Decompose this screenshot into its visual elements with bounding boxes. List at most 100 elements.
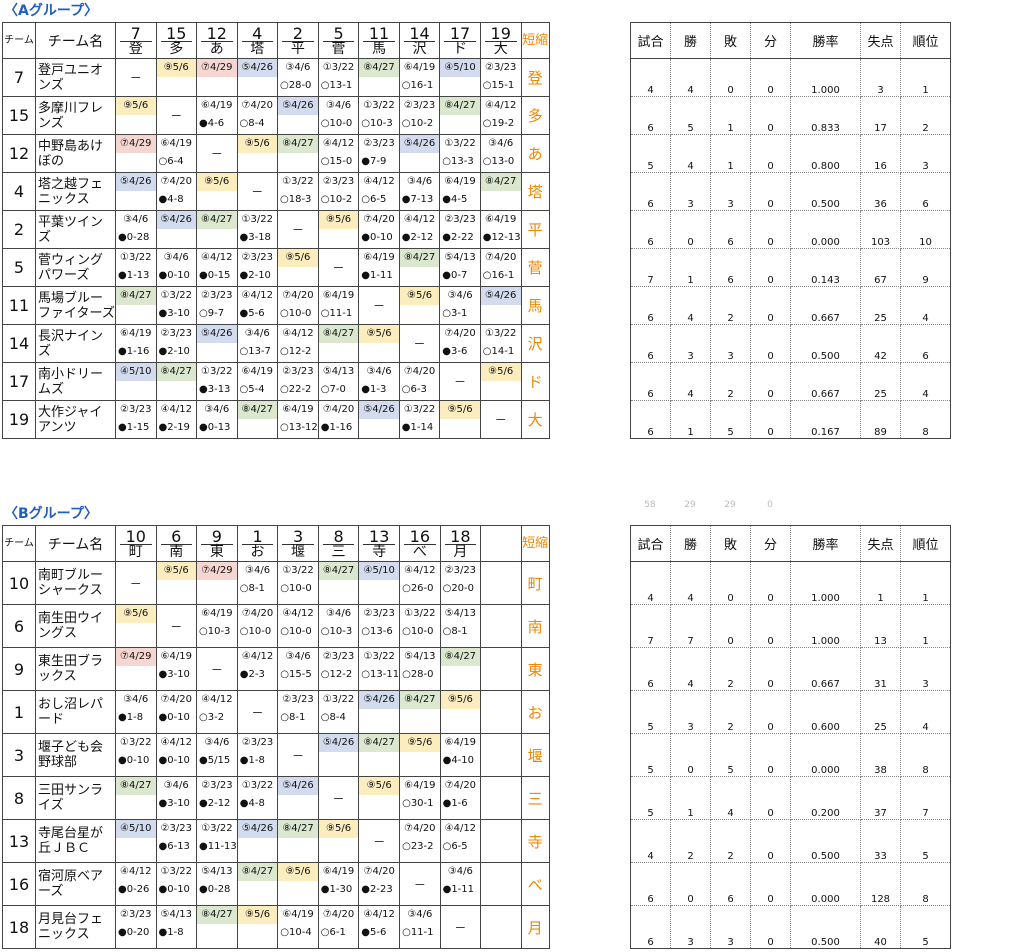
match-result: ○11-1 — [402, 927, 434, 938]
match-date: ⑦4/20 — [241, 100, 273, 111]
match-result: ○10-0 — [280, 308, 312, 319]
stats-value: 1 — [710, 96, 751, 135]
match-result: ●11-13 — [199, 841, 237, 852]
match-date: ③4/6 — [204, 737, 230, 748]
match-cell: ⑤4/26 — [479, 286, 522, 325]
match-cell: ⑤4/26 — [317, 733, 360, 777]
stats-value: 0.500 — [790, 172, 861, 211]
match-date: ⑧4/27 — [440, 97, 480, 115]
match-result: ●3-10 — [158, 798, 190, 809]
match-result — [401, 709, 440, 727]
match-cell: ⑧4/27 — [115, 286, 157, 325]
match-date: ②3/23 — [322, 176, 355, 187]
stats-value: 6 — [630, 172, 671, 211]
match-cell: ⑦4/20 ○10-0 — [277, 286, 319, 325]
match-cell: ②3/23 ○12-2 — [317, 647, 360, 691]
stats-value: 10 — [900, 210, 951, 249]
opponent-column-header: 19 大 — [479, 22, 522, 59]
match-result — [238, 153, 277, 171]
match-result: ○13-1 — [320, 80, 353, 91]
match-cell: ②3/23 ○10-2 — [398, 96, 441, 135]
stats-value: 0 — [750, 690, 791, 734]
match-date: ④4/12 — [120, 866, 152, 877]
match-date: ⑦4/20 — [160, 176, 192, 187]
stats-value: 4 — [670, 134, 711, 173]
match-result: ○6-5 — [442, 841, 468, 852]
match-result — [441, 419, 480, 437]
match-result — [116, 795, 155, 813]
stats-value: 0.667 — [790, 362, 861, 401]
team-name: 堰子ども会野球部 — [35, 733, 116, 777]
match-date: ⑥4/19 — [404, 780, 436, 791]
match-result — [278, 115, 317, 133]
match-date: ④5/10 — [440, 59, 480, 77]
match-result: ●1-11 — [361, 270, 393, 281]
team-name-header: チーム名 — [35, 22, 116, 59]
match-date: ④5/10 — [359, 562, 399, 580]
stats-header: 失点 — [860, 525, 901, 562]
match-cell: ④4/12 ●5-6 — [236, 286, 278, 325]
match-date: ③4/6 — [123, 694, 149, 705]
match-date: ⑤4/26 — [238, 820, 277, 838]
stats-value: 25 — [860, 362, 901, 401]
match-cell: ⑤4/13 ○7-0 — [317, 362, 360, 401]
match-cell: ⑥4/19 ○10-3 — [196, 604, 238, 648]
stats-row: 4 4 0 0 1.000 3 1 — [630, 58, 951, 97]
self-match-dash: － — [399, 862, 441, 906]
match-result: ○8-1 — [442, 626, 468, 637]
match-result — [197, 191, 236, 209]
match-date: ⑨5/6 — [116, 605, 156, 623]
match-date: ②3/23 — [160, 328, 192, 339]
match-result: ●1-8 — [158, 927, 184, 938]
team-abbr: 菅 — [520, 248, 550, 287]
stats-value: 89 — [860, 400, 901, 439]
match-cell: ⑤4/26 — [155, 210, 197, 249]
team-abbr: ド — [520, 362, 550, 401]
match-cell: ①3/22 ●0-10 — [115, 733, 157, 777]
stats-value: 0.500 — [790, 324, 861, 363]
match-result: ●0-10 — [158, 270, 190, 281]
match-result: ●0-28 — [199, 884, 231, 895]
match-cell: ③4/6 ○8-1 — [236, 561, 279, 605]
stats-value: 1.000 — [790, 561, 861, 605]
match-date: ③4/6 — [285, 651, 311, 662]
stats-value: 2 — [710, 690, 751, 734]
stats-header: 失点 — [860, 22, 901, 59]
team-number: 6 — [2, 604, 36, 648]
stats-value: 0 — [750, 248, 791, 287]
match-date: ①3/22 — [322, 62, 355, 73]
opponent-number: 12 — [206, 23, 227, 43]
match-cell: ⑧4/27 — [236, 862, 279, 906]
match-date: ⑨5/6 — [278, 249, 318, 267]
match-cell: ④4/12 ○26-0 — [399, 561, 441, 605]
stats-value: 0 — [750, 362, 791, 401]
opponent-number: 7 — [130, 23, 141, 43]
match-result: ○10-3 — [361, 118, 393, 129]
stats-value: 6 — [630, 210, 671, 249]
match-result — [360, 752, 399, 770]
opponent-number: 15 — [166, 23, 187, 43]
match-date: ④4/12 — [404, 565, 436, 576]
match-cell: ⑥4/19 ●1-11 — [358, 248, 400, 287]
match-result — [197, 924, 236, 942]
match-date: ④4/12 — [282, 608, 314, 619]
match-result — [360, 795, 399, 813]
match-result: ●2-19 — [158, 422, 190, 433]
match-cell: ②3/23 ○9-7 — [196, 286, 238, 325]
stats-value: 6 — [630, 862, 671, 906]
stats-row: 6 0 6 0 0.000 103 10 — [630, 210, 951, 249]
match-cell: ⑥4/19 ●1-30 — [317, 862, 360, 906]
stats-value: 7 — [630, 604, 671, 648]
team-abbr: 平 — [520, 210, 550, 249]
stats-header: 分 — [750, 525, 791, 562]
stats-value: 0 — [750, 172, 791, 211]
match-cell: ①3/22 ○13-1 — [317, 58, 360, 97]
match-cell: ⑨5/6 — [155, 561, 197, 605]
match-date: ②3/23 — [363, 138, 395, 149]
match-date: ③4/6 — [123, 214, 149, 225]
match-result: ○10-2 — [320, 194, 353, 205]
match-date: ④4/12 — [201, 694, 233, 705]
stats-row: 5 0 5 0 0.000 38 8 — [630, 733, 951, 777]
stats-value: 0 — [750, 647, 791, 691]
match-result — [400, 267, 439, 285]
